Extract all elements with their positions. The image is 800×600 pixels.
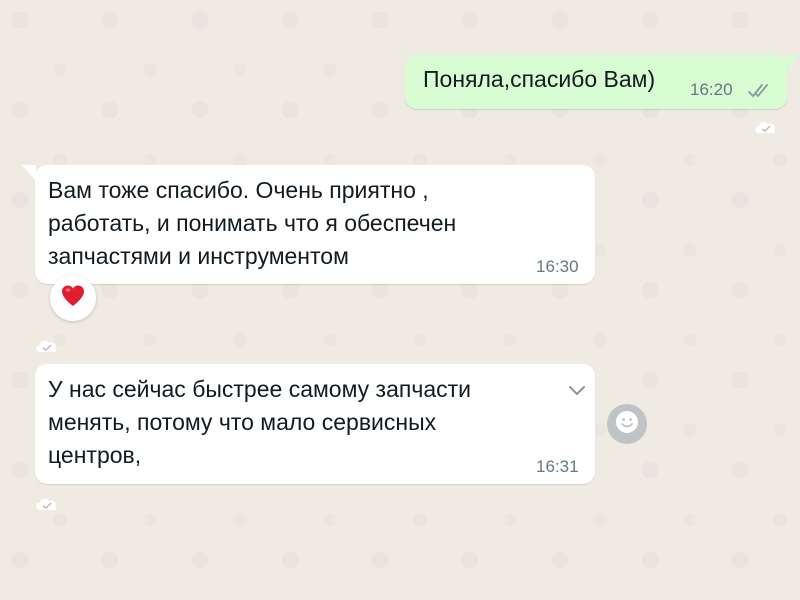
cloud-check-icon [34,337,60,360]
incoming-message[interactable]: Вам тоже спасибо. Очень приятно , работа… [35,165,595,284]
chevron-down-icon[interactable] [568,384,586,402]
add-reaction-button[interactable] [607,404,647,444]
message-time: 16:20 [690,80,733,99]
heart-reaction[interactable] [50,275,96,321]
cloud-check-icon [753,118,779,141]
heart-icon [60,284,86,313]
message-time: 16:30 [536,257,579,276]
message-text: Вам тоже спасибо. Очень приятно , работа… [48,177,457,269]
message-text: У нас сейчас быстрее самому запчасти мен… [48,376,471,468]
bubble-tail [786,55,800,71]
incoming-message[interactable]: У нас сейчас быстрее самому запчасти мен… [35,364,595,484]
message-time: 16:31 [536,457,579,476]
cloud-check-icon [34,495,60,518]
message-text: Поняла,спасибо Вам) [423,66,656,92]
outgoing-message[interactable]: Поняла,спасибо Вам) 16:20 [405,55,787,109]
double-check-icon [747,82,773,105]
smiley-icon [614,409,640,440]
bubble-tail [22,165,36,181]
